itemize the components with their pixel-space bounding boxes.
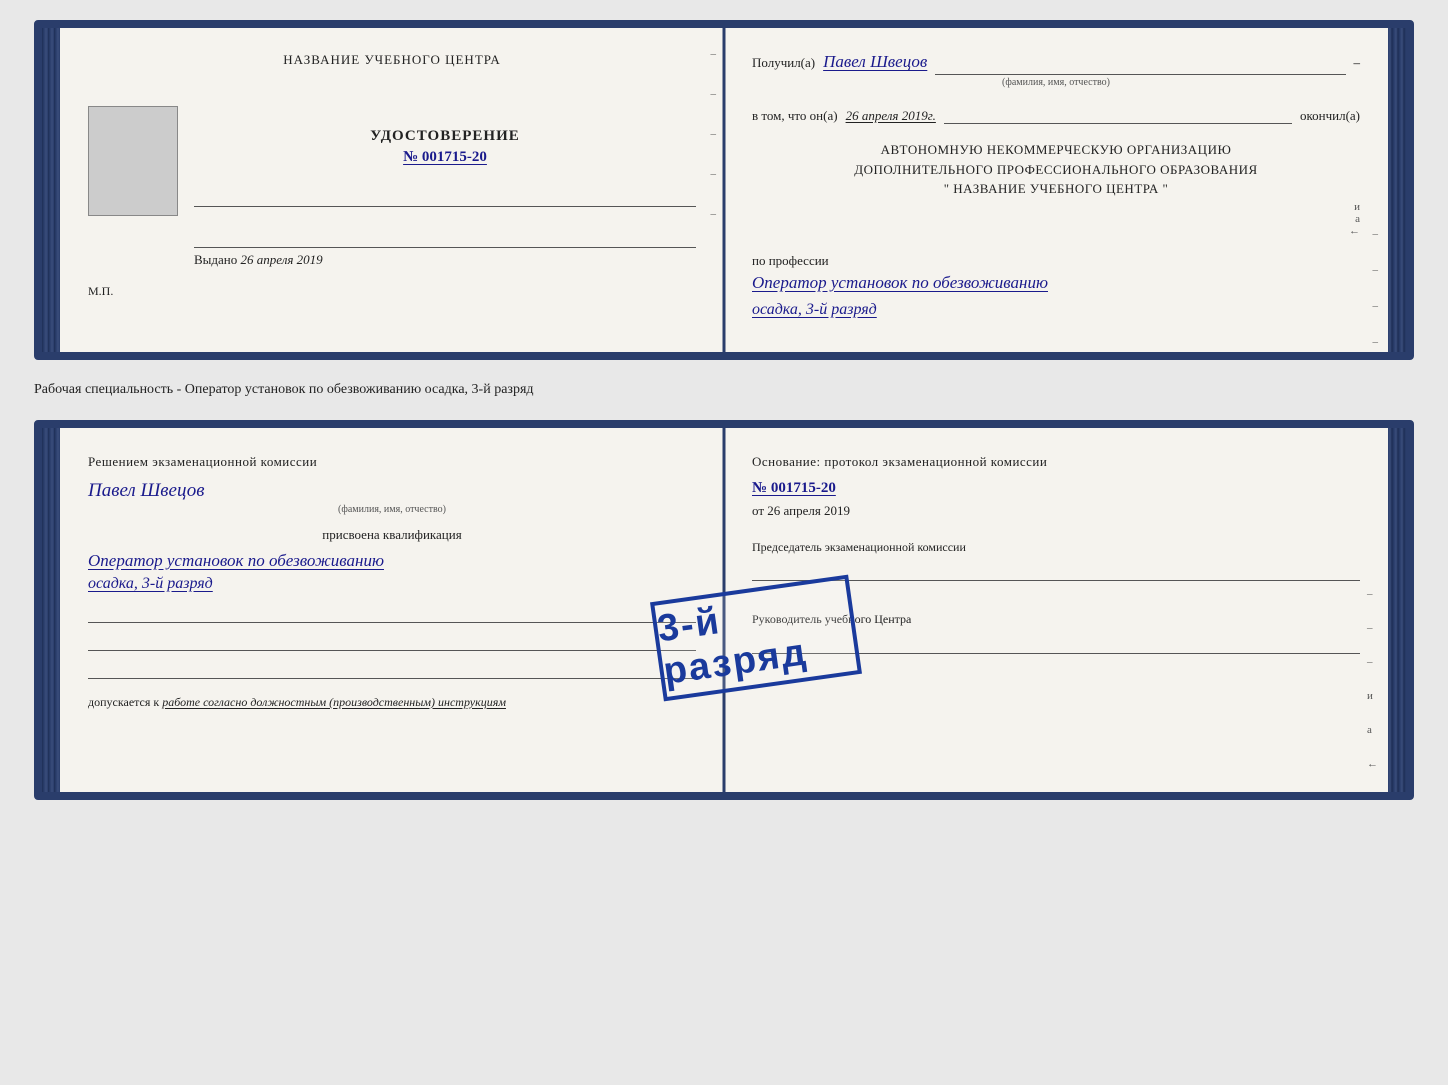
protocol-number: № 001715-20 — [752, 480, 1360, 497]
prisvoena-line: присвоена квалификация — [88, 527, 696, 543]
org-line1: АВТОНОМНУЮ НЕКОММЕРЧЕСКУЮ ОРГАНИЗАЦИЮ — [752, 140, 1360, 160]
dopusk-value: работе согласно должностным (производств… — [162, 695, 506, 709]
predsedatel-label: Председатель экзаменационной комиссии — [752, 539, 1360, 556]
doc2-fio-subtitle: (фамилия, имя, отчество) — [88, 504, 696, 515]
deco-r-3: – — [1373, 300, 1379, 312]
doc1-left-panel: НАЗВАНИЕ УЧЕБНОГО ЦЕНТРА УДОСТОВЕРЕНИЕ №… — [60, 28, 724, 352]
deco-r2-7: – — [1367, 792, 1378, 800]
right-deco-1: и — [1354, 201, 1360, 213]
doc1-fio-subtitle: (фамилия, имя, отчество) — [752, 77, 1360, 88]
deco-dash-1: – — [711, 48, 717, 60]
deco-dash-4: – — [711, 168, 717, 180]
document-card-2: Решением экзаменационной комиссии Павел … — [34, 420, 1414, 800]
dopusk-prefix: допускается к — [88, 695, 159, 709]
signature-lines — [88, 605, 696, 679]
deco-r2-6: ← — [1367, 758, 1378, 770]
deco-r-4: – — [1373, 336, 1379, 348]
vtom-row: в том, что он(а) 26 апреля 2019г. окончи… — [752, 100, 1360, 124]
doc1-left-bottom: УДОСТОВЕРЕНИЕ № 001715-20 Выдано 26 апре… — [88, 98, 696, 268]
kvalif-value: Оператор установок по обезвоживанию — [88, 551, 696, 571]
org-line3: " НАЗВАНИЕ УЧЕБНОГО ЦЕНТРА " — [752, 179, 1360, 199]
sig-line-2 — [88, 633, 696, 651]
document-card-1: НАЗВАНИЕ УЧЕБНОГО ЦЕНТРА УДОСТОВЕРЕНИЕ №… — [34, 20, 1414, 360]
ot-date-row: от 26 апреля 2019 — [752, 503, 1360, 519]
deco-r2-5: а — [1367, 724, 1378, 736]
deco-dash-5: – — [711, 208, 717, 220]
udostoverenie-title: УДОСТОВЕРЕНИЕ — [194, 128, 696, 145]
ot-date-value: 26 апреля 2019 — [767, 503, 850, 518]
vtom-date: 26 апреля 2019г. — [846, 108, 936, 124]
vydano-date: 26 апреля 2019 — [241, 252, 323, 267]
subtitle-text: Рабочая специальность - Оператор установ… — [34, 378, 1414, 402]
doc1-right-panel: Получил(а) Павел Швецов – (фамилия, имя,… — [724, 28, 1388, 352]
okonchil: окончил(а) — [1300, 108, 1360, 124]
poluchil-row: Получил(а) Павел Швецов – — [752, 52, 1360, 75]
deco-r2-1: – — [1367, 588, 1378, 600]
reshenie-title: Решением экзаменационной комиссии — [88, 452, 696, 472]
deco-r-2: – — [1373, 264, 1379, 276]
deco-r2-3: – — [1367, 656, 1378, 668]
poluchil-name: Павел Швецов — [823, 52, 927, 72]
deco-r2-4: и — [1367, 690, 1378, 702]
poluchil-dash: – — [1354, 55, 1361, 71]
vtom-prefix: в том, что он(а) — [752, 108, 838, 124]
page-wrapper: НАЗВАНИЕ УЧЕБНОГО ЦЕНТРА УДОСТОВЕРЕНИЕ №… — [34, 20, 1414, 800]
po-professii-label: по профессии — [752, 253, 1360, 269]
spine-right-1 — [1388, 28, 1406, 352]
vydano-label: Выдано — [194, 252, 237, 267]
ot-prefix: от — [752, 503, 767, 518]
spine-right-2 — [1388, 428, 1406, 792]
doc1-center-title: НАЗВАНИЕ УЧЕБНОГО ЦЕНТРА — [88, 52, 696, 68]
deco-dash-3: – — [711, 128, 717, 140]
right-deco-2: а — [1355, 213, 1360, 225]
vydano-line: Выдано 26 апреля 2019 — [194, 247, 696, 268]
deco-dash-2: – — [711, 88, 717, 100]
dopuskaetsya-block: допускается к работе согласно должностны… — [88, 695, 696, 710]
right-deco-3: ← — [1349, 225, 1360, 237]
professiya-value: Оператор установок по обезвоживанию — [752, 273, 1360, 293]
org-line2: ДОПОЛНИТЕЛЬНОГО ПРОФЕССИОНАЛЬНОГО ОБРАЗО… — [752, 160, 1360, 180]
sig-line-3 — [88, 661, 696, 679]
stamp-text: 3-й разряд — [655, 582, 857, 694]
org-block: АВТОНОМНУЮ НЕКОММЕРЧЕСКУЮ ОРГАНИЗАЦИЮ ДО… — [752, 140, 1360, 199]
deco-r-1: – — [1373, 228, 1379, 240]
razryad-value2: осадка, 3-й разряд — [88, 575, 696, 593]
mp-label: М.П. — [88, 284, 696, 299]
doc2-name: Павел Швецов — [88, 480, 696, 502]
deco-r2-2: – — [1367, 622, 1378, 634]
sig-line-1 — [88, 605, 696, 623]
doc1-number: № 001715-20 — [194, 149, 696, 166]
poluchil-prefix: Получил(а) — [752, 55, 815, 71]
spine-left-1 — [42, 28, 60, 352]
osnovanie-title: Основание: протокол экзаменационной коми… — [752, 452, 1360, 472]
doc2-left-panel: Решением экзаменационной комиссии Павел … — [60, 428, 724, 792]
doc1-center-section: УДОСТОВЕРЕНИЕ № 001715-20 Выдано 26 апре… — [194, 98, 696, 268]
spine-left-2 — [42, 428, 60, 792]
razryad-value: осадка, 3-й разряд — [752, 301, 1360, 319]
photo-placeholder — [88, 106, 178, 216]
